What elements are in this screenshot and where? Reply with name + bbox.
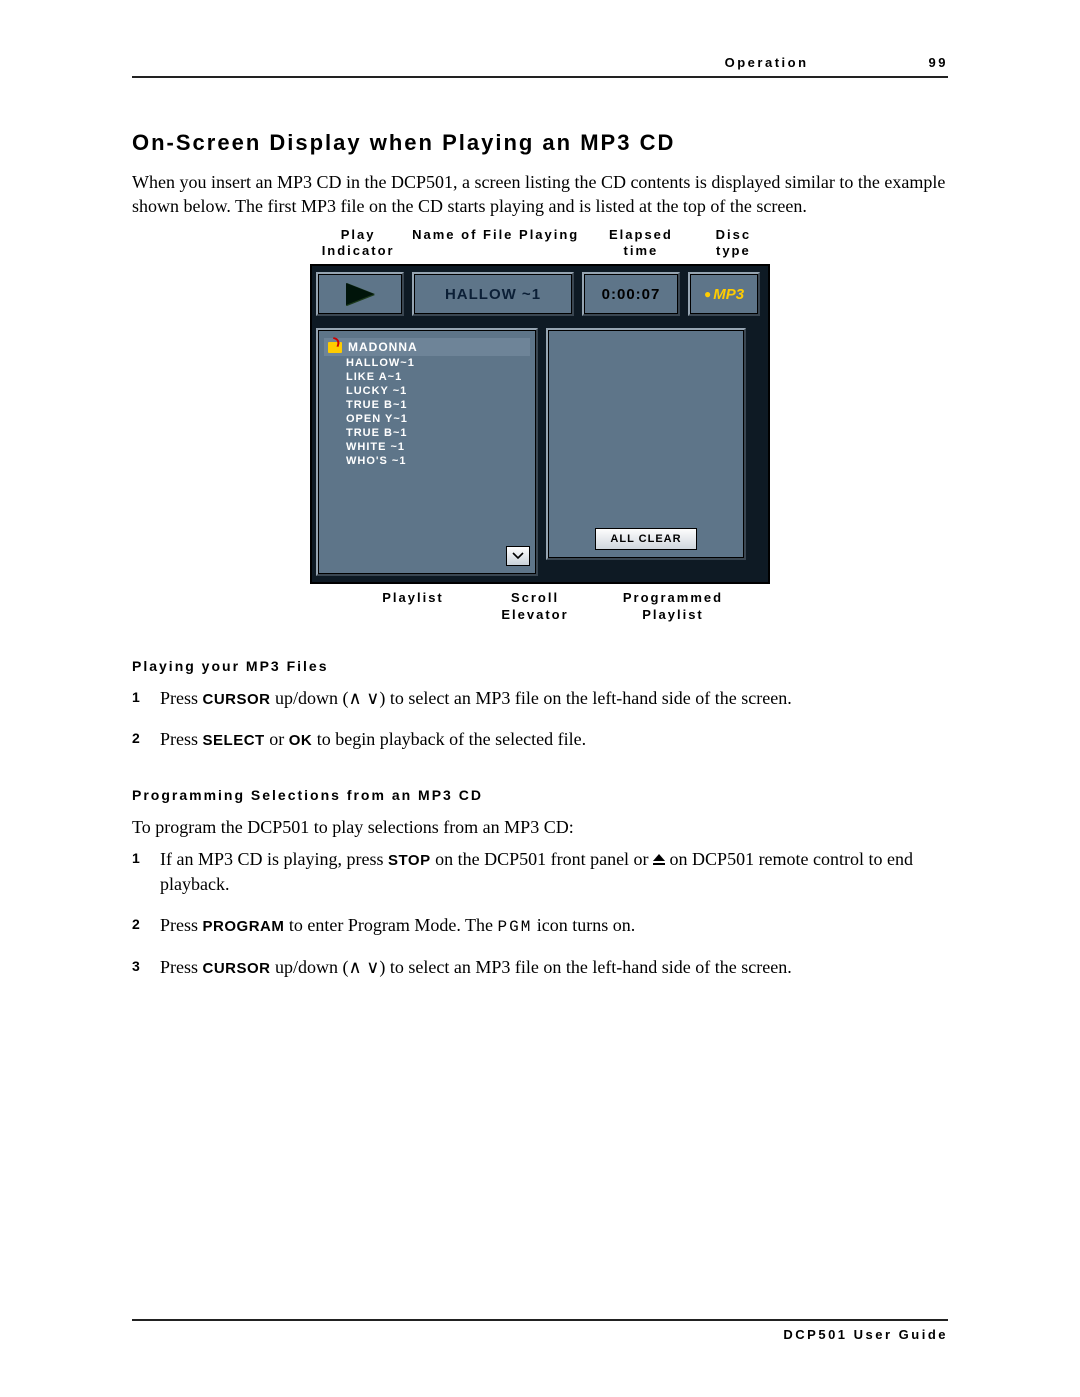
- label-programmed-playlist: Programmed Playlist: [594, 590, 752, 624]
- chevron-down-icon: [512, 552, 524, 560]
- eject-icon: [653, 854, 665, 866]
- list-item: 2 Press PROGRAM to enter Program Mode. T…: [132, 913, 948, 938]
- document-page: Operation 99 On-Screen Display when Play…: [0, 0, 1080, 1397]
- label-playlist: Playlist: [350, 590, 476, 624]
- pgm-icon-label: PGM: [497, 918, 532, 936]
- figure-bottom-labels: Playlist Scroll Elevator Programmed Play…: [310, 590, 770, 624]
- list-item: HALLOW~1: [324, 356, 530, 370]
- step-text: If an MP3 CD is playing, press STOP on t…: [160, 847, 948, 897]
- list-item: TRUE B~1: [324, 398, 530, 412]
- list-item: 1 Press CURSOR up/down (∧ ∨) to select a…: [132, 686, 948, 711]
- list-item: LUCKY ~1: [324, 384, 530, 398]
- key-stop: STOP: [388, 852, 431, 869]
- page-content: On-Screen Display when Playing an MP3 CD…: [132, 130, 948, 996]
- list-item: LIKE A~1: [324, 370, 530, 384]
- page-footer: DCP501 User Guide: [132, 1319, 948, 1342]
- playing-steps: 1 Press CURSOR up/down (∧ ∨) to select a…: [132, 686, 948, 752]
- list-item: OPEN Y~1: [324, 412, 530, 426]
- step-number: 1: [132, 847, 160, 897]
- disc-type-box: ●MP3: [688, 272, 760, 316]
- list-item: 1 If an MP3 CD is playing, press STOP on…: [132, 847, 948, 897]
- step-number: 2: [132, 727, 160, 752]
- folder-icon: [328, 342, 342, 353]
- label-scroll-elevator: Scroll Elevator: [476, 590, 594, 624]
- page-header: Operation 99: [132, 55, 948, 78]
- label-elapsed-time: Elapsed time: [585, 227, 697, 261]
- key-program: PROGRAM: [203, 918, 285, 935]
- key-select: SELECT: [203, 732, 265, 749]
- disc-type-label: MP3: [713, 286, 744, 303]
- step-number: 1: [132, 686, 160, 711]
- label-disc-type: Disc type: [697, 227, 770, 261]
- label-play-indicator: Play Indicator: [310, 227, 406, 261]
- play-indicator-box: [316, 272, 404, 316]
- list-item: 2 Press SELECT or OK to begin playback o…: [132, 727, 948, 752]
- subheading-playing: Playing your MP3 Files: [132, 658, 948, 674]
- footer-text: DCP501 User Guide: [783, 1327, 948, 1342]
- step-number: 3: [132, 955, 160, 980]
- header-section: Operation: [725, 55, 809, 70]
- folder-row: MADONNA: [324, 338, 530, 356]
- now-playing-box: HALLOW ~1: [412, 272, 574, 316]
- step-text: Press CURSOR up/down (∧ ∨) to select an …: [160, 955, 948, 980]
- intro-paragraph: When you insert an MP3 CD in the DCP501,…: [132, 170, 948, 219]
- label-file-playing: Name of File Playing: [406, 227, 585, 261]
- subheading-programming: Programming Selections from an MP3 CD: [132, 787, 948, 803]
- programming-intro: To program the DCP501 to play selections…: [132, 815, 948, 839]
- key-cursor: CURSOR: [203, 691, 271, 708]
- scroll-elevator: [506, 546, 530, 566]
- list-item: WHO'S ~1: [324, 454, 530, 468]
- programmed-playlist-box: ALL CLEAR: [546, 328, 746, 560]
- list-item: TRUE B~1: [324, 426, 530, 440]
- folder-name: MADONNA: [348, 340, 418, 354]
- step-text: Press SELECT or OK to begin playback of …: [160, 727, 948, 752]
- disc-icon: ●: [704, 287, 711, 301]
- step-text: Press CURSOR up/down (∧ ∨) to select an …: [160, 686, 948, 711]
- elapsed-time-box: 0:00:07: [582, 272, 680, 316]
- list-item: WHITE ~1: [324, 440, 530, 454]
- osd-panel: HALLOW ~1 0:00:07 ●MP3 MADONNA HALLOW~1 …: [310, 264, 770, 584]
- step-number: 2: [132, 913, 160, 938]
- step-text: Press PROGRAM to enter Program Mode. The…: [160, 913, 948, 938]
- key-cursor: CURSOR: [203, 960, 271, 977]
- play-icon: [346, 283, 374, 305]
- header-page-number: 99: [929, 55, 948, 70]
- key-ok: OK: [289, 732, 313, 749]
- list-item: 3 Press CURSOR up/down (∧ ∨) to select a…: [132, 955, 948, 980]
- programming-steps: 1 If an MP3 CD is playing, press STOP on…: [132, 847, 948, 980]
- osd-figure: Play Indicator Name of File Playing Elap…: [310, 227, 770, 625]
- figure-top-labels: Play Indicator Name of File Playing Elap…: [310, 227, 770, 261]
- playlist-box: MADONNA HALLOW~1 LIKE A~1 LUCKY ~1 TRUE …: [316, 328, 538, 576]
- section-title: On-Screen Display when Playing an MP3 CD: [132, 130, 948, 156]
- all-clear-button: ALL CLEAR: [595, 528, 697, 550]
